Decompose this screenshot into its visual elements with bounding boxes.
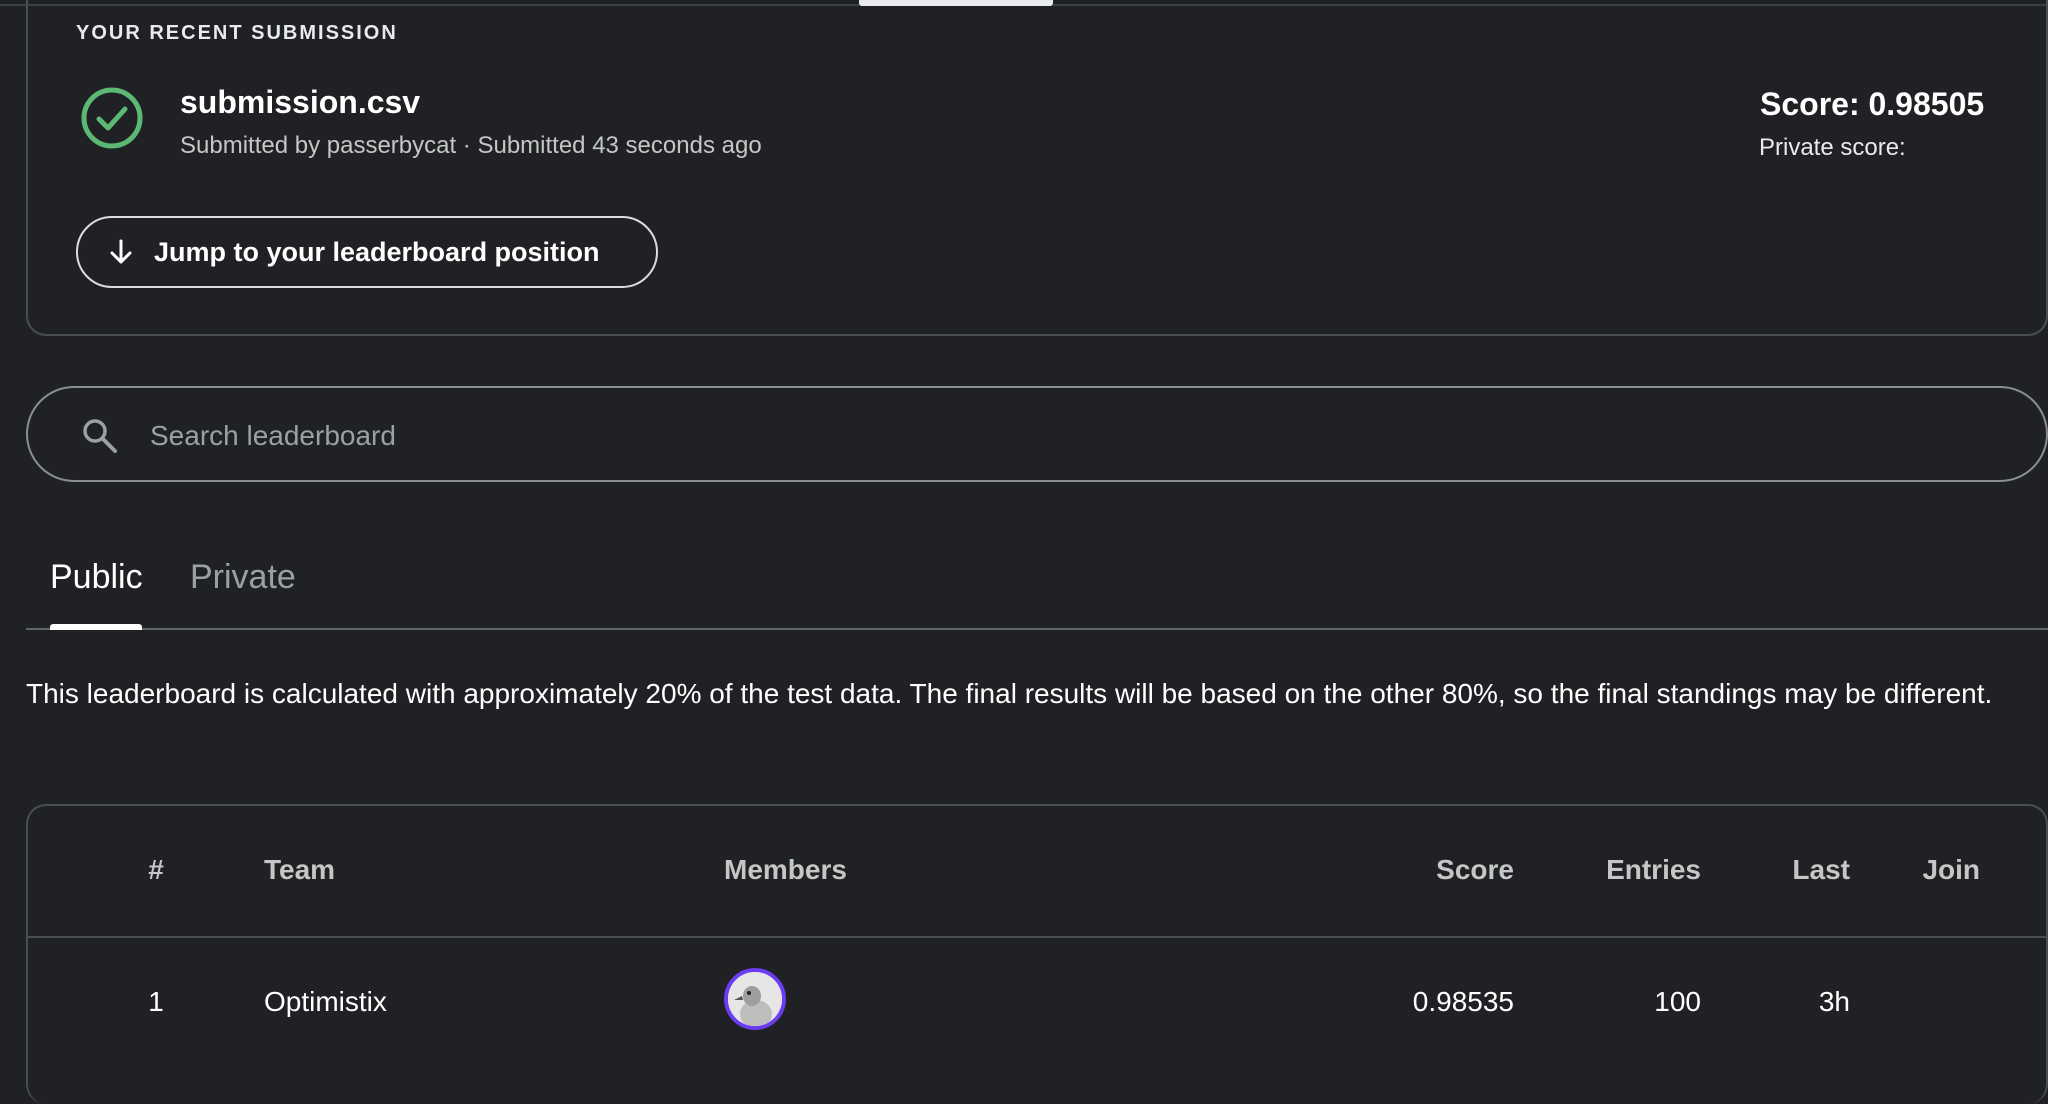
- header-entries[interactable]: Entries: [1606, 854, 1701, 886]
- search-bar: [26, 386, 2048, 482]
- search-input[interactable]: [148, 410, 1952, 462]
- search-icon: [83, 419, 117, 453]
- header-join[interactable]: Join: [1922, 854, 1980, 886]
- arrow-down-icon: [110, 239, 132, 264]
- header-score[interactable]: Score: [1436, 854, 1514, 886]
- private-score: Private score:: [1759, 134, 1906, 161]
- leaderboard-table: # Team Members Score Entries Last Join 1…: [26, 804, 2048, 1104]
- tab-private[interactable]: Private: [190, 558, 296, 597]
- row-last: 3h: [1818, 986, 1850, 1017]
- row-rank: 1: [148, 986, 164, 1017]
- tab-public[interactable]: Public: [50, 558, 143, 597]
- header-team[interactable]: Team: [264, 854, 335, 886]
- table-header: # Team Members Score Entries Last Join: [28, 806, 2046, 938]
- header-members: Members: [724, 854, 847, 885]
- leaderboard-notice: This leaderboard is calculated with appr…: [26, 678, 1993, 709]
- check-circle-icon: [81, 87, 143, 149]
- member-avatar[interactable]: [724, 968, 786, 1030]
- bird-avatar-icon: [728, 972, 782, 1026]
- active-tab-underline: [50, 624, 142, 630]
- leaderboard-tabs: Public Private: [26, 548, 2048, 630]
- submission-meta: Submitted by passerbycat · Submitted 43 …: [180, 132, 762, 159]
- row-entries: 100: [1654, 986, 1701, 1017]
- submission-file-name: submission.csv: [180, 84, 421, 120]
- public-score: Score: 0.98505: [1760, 86, 1985, 122]
- row-score: 0.98535: [1412, 986, 1514, 1017]
- header-last[interactable]: Last: [1792, 854, 1850, 886]
- jump-to-position-button[interactable]: Jump to your leaderboard position: [76, 216, 658, 288]
- jump-button-label: Jump to your leaderboard position: [154, 236, 600, 267]
- header-rank[interactable]: #: [136, 854, 176, 886]
- section-label: YOUR RECENT SUBMISSION: [76, 22, 398, 44]
- row-team-name[interactable]: Optimistix: [264, 986, 387, 1018]
